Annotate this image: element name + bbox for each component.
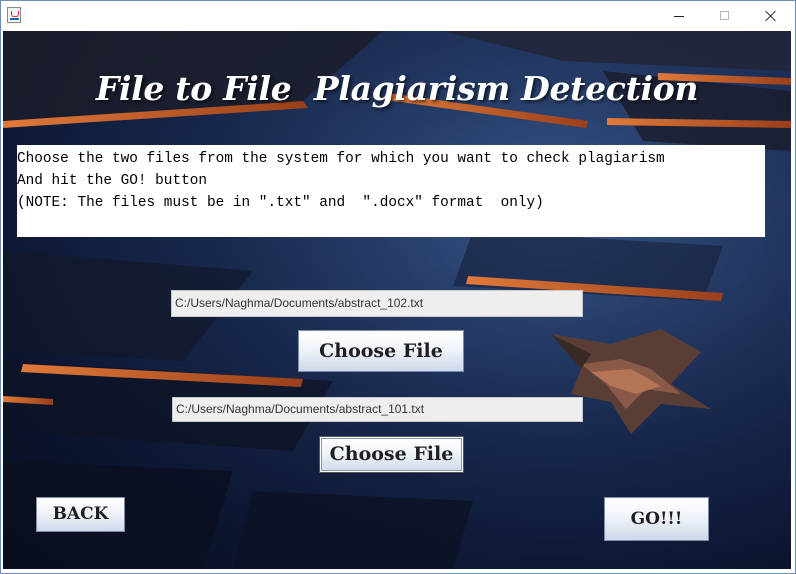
title-bar[interactable] [1,1,795,31]
instruction-line-1: Choose the two files from the system for… [17,151,665,167]
app-window: File to File Plagiarism Detection Choose… [0,0,796,574]
choose-file-2-button[interactable]: Choose File [319,436,464,473]
close-icon[interactable] [748,1,794,31]
go-button[interactable]: GO!!! [604,497,709,541]
main-panel: File to File Plagiarism Detection Choose… [3,31,791,569]
choose-file-1-button[interactable]: Choose File [298,330,464,372]
maximize-icon[interactable] [702,1,748,31]
page-title: File to File Plagiarism Detection [95,69,699,108]
minimize-icon[interactable] [656,1,702,31]
file1-path-field[interactable]: C:/Users/Naghma/Documents/abstract_102.t… [171,290,583,317]
instruction-line-3: (NOTE: The files must be in ".txt" and "… [17,195,544,211]
java-app-icon [7,7,21,23]
back-button[interactable]: BACK [36,497,125,532]
instructions-box: Choose the two files from the system for… [17,145,765,237]
instruction-line-2: And hit the GO! button [17,173,207,189]
file2-path-field[interactable]: C:/Users/Naghma/Documents/abstract_101.t… [172,397,583,422]
